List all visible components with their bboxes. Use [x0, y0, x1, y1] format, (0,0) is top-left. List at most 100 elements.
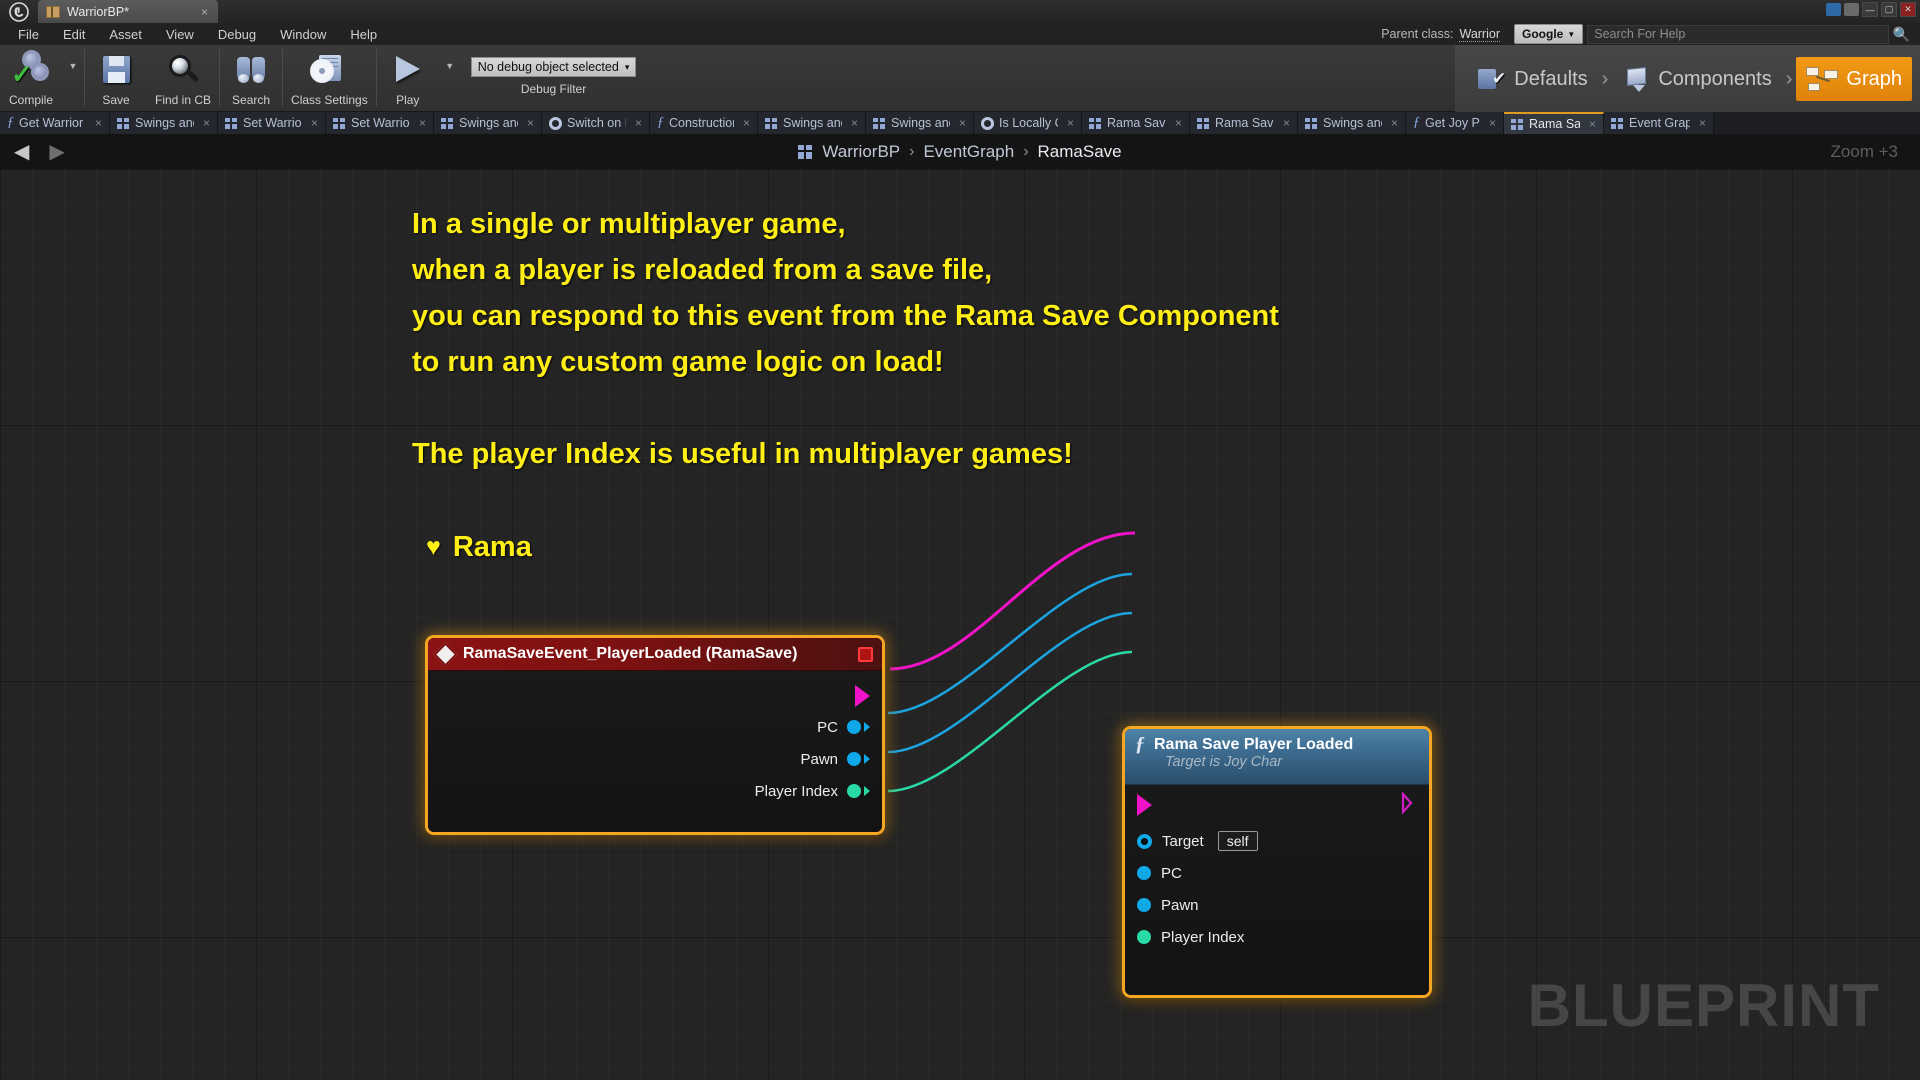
- output-pin-dot[interactable]: [847, 784, 861, 798]
- search-engine-label: Google: [1522, 27, 1564, 41]
- node-title-row: ƒ Rama Save Player Loaded: [1135, 733, 1419, 756]
- graph-tab-rama-save[interactable]: Rama Save ×: [1190, 112, 1298, 134]
- class-settings-button[interactable]: Class Settings: [283, 45, 376, 112]
- graph-tab-get-joy-pc[interactable]: ƒ Get Joy PC ×: [1406, 112, 1504, 134]
- close-icon[interactable]: ×: [1387, 116, 1398, 130]
- mode-graph[interactable]: Graph: [1796, 57, 1912, 101]
- save-button[interactable]: Save: [85, 45, 147, 112]
- close-icon[interactable]: ×: [847, 116, 858, 130]
- graph-tab-get-warrior-a[interactable]: ƒ Get Warrior A ×: [0, 112, 110, 134]
- menu-item-file[interactable]: File: [6, 25, 51, 44]
- close-icon[interactable]: ×: [307, 116, 318, 130]
- mode-components-label: Components: [1658, 67, 1772, 90]
- exec-input-pin[interactable]: [1137, 794, 1152, 816]
- breadcrumb-item-warriorbp[interactable]: WarriorBP: [822, 142, 900, 162]
- graph-tab-set-warrior-st[interactable]: Set Warrior St ×: [326, 112, 434, 134]
- maximize-button[interactable]: ▢: [1881, 2, 1897, 17]
- menu-item-edit[interactable]: Edit: [51, 25, 97, 44]
- input-pin-dot[interactable]: [1137, 898, 1151, 912]
- graph-tab-construction[interactable]: ƒ Construction ×: [650, 112, 758, 134]
- menu-item-view[interactable]: View: [154, 25, 206, 44]
- graph-tab-strip[interactable]: ƒGet Warrior A×Swings and F×Set Warrior …: [0, 112, 1920, 134]
- close-icon[interactable]: ×: [199, 116, 210, 130]
- close-icon[interactable]: ×: [1171, 116, 1182, 130]
- find-in-cb-button[interactable]: Find in CB: [147, 45, 219, 112]
- graph-tab-swings-and-f[interactable]: Swings and F ×: [758, 112, 866, 134]
- search-icon[interactable]: 🔍: [1893, 26, 1914, 43]
- play-button[interactable]: Play: [377, 45, 439, 112]
- help-search-input[interactable]: Search For Help: [1587, 24, 1889, 44]
- graph-tab-event-graph[interactable]: Event Graph ×: [1604, 112, 1714, 134]
- close-icon[interactable]: ×: [739, 116, 750, 130]
- menu-item-asset[interactable]: Asset: [97, 25, 154, 44]
- search-button[interactable]: Search: [220, 45, 282, 112]
- menu-item-help[interactable]: Help: [338, 25, 389, 44]
- blueprint-asset-icon: [46, 5, 60, 18]
- node-ramasaveevent-playerloaded[interactable]: RamaSaveEvent_PlayerLoaded (RamaSave) PC…: [425, 635, 885, 835]
- menu-item-window[interactable]: Window: [268, 25, 338, 44]
- close-icon[interactable]: ×: [1063, 116, 1074, 130]
- close-icon[interactable]: ×: [1279, 116, 1290, 130]
- graph-tab-swings-and-f[interactable]: Swings and F ×: [1298, 112, 1406, 134]
- graph-tab-rama-save[interactable]: Rama Save ×: [1082, 112, 1190, 134]
- function-icon: ƒ: [657, 115, 664, 130]
- settings-icon[interactable]: [1844, 3, 1859, 16]
- exec-output-pin[interactable]: [855, 685, 870, 707]
- node-rama-save-player-loaded[interactable]: ƒ Rama Save Player Loaded Target is Joy …: [1122, 726, 1432, 998]
- close-icon[interactable]: ×: [631, 116, 642, 130]
- menu-item-debug[interactable]: Debug: [206, 25, 268, 44]
- close-icon[interactable]: ×: [1695, 116, 1706, 130]
- graph-tab-is-locally-cor[interactable]: Is Locally Cor ×: [974, 112, 1082, 134]
- output-pin-player-index: Player Index: [428, 775, 882, 807]
- close-window-button[interactable]: ✕: [1900, 2, 1916, 17]
- compile-button[interactable]: ✓ Compile: [0, 45, 62, 112]
- delegate-output-pin[interactable]: [858, 646, 873, 662]
- output-pin-dot[interactable]: [847, 752, 861, 766]
- window-tab-warriorbp[interactable]: WarriorBP* ×: [38, 0, 218, 23]
- input-pin-dot[interactable]: [1137, 930, 1151, 944]
- play-label: Play: [396, 93, 420, 107]
- close-icon[interactable]: ×: [523, 116, 534, 130]
- input-pin-dot[interactable]: [1137, 833, 1152, 849]
- close-icon[interactable]: ×: [415, 116, 426, 130]
- breadcrumb-item-eventgraph[interactable]: EventGraph: [923, 142, 1014, 162]
- minimize-button[interactable]: —: [1862, 2, 1878, 17]
- editor-mode-bar: Defaults › Components › Graph: [1468, 55, 1912, 103]
- close-icon[interactable]: ×: [1485, 116, 1496, 130]
- breadcrumb-item-ramasave[interactable]: RamaSave: [1038, 142, 1122, 162]
- binoculars-icon: [231, 50, 271, 90]
- input-pin-dot[interactable]: [1137, 866, 1151, 880]
- function-icon: ƒ: [7, 115, 14, 130]
- blueprint-graph-canvas[interactable]: In a single or multiplayer game, when a …: [0, 169, 1920, 1080]
- search-engine-selector[interactable]: Google ▼: [1514, 24, 1584, 44]
- window-tab-label: WarriorBP*: [67, 4, 130, 19]
- console-icon[interactable]: [1826, 3, 1841, 16]
- close-icon[interactable]: ×: [91, 116, 102, 130]
- gear-icon: [549, 116, 562, 130]
- mode-defaults[interactable]: Defaults: [1468, 57, 1597, 101]
- close-icon[interactable]: ×: [1585, 117, 1596, 131]
- mode-graph-label: Graph: [1846, 67, 1902, 90]
- graph-tab-switch-on-is-a[interactable]: Switch on Is A ×: [542, 112, 650, 134]
- mode-components[interactable]: Components: [1612, 57, 1781, 101]
- close-icon[interactable]: ×: [201, 5, 208, 19]
- debug-object-selector[interactable]: No debug object selected ▾: [470, 57, 637, 77]
- exec-output-pin[interactable]: [1401, 790, 1419, 819]
- exec-row: [1125, 785, 1429, 825]
- close-icon[interactable]: ×: [955, 116, 966, 130]
- graph-tab-label: Switch on Is A: [567, 116, 626, 130]
- macro-grid-icon: [441, 117, 454, 129]
- graph-tab-rama-save[interactable]: Rama Save ×: [1504, 112, 1604, 134]
- graph-tab-swings-and-f[interactable]: Swings and F ×: [110, 112, 218, 134]
- graph-nodes-icon: [1806, 67, 1839, 91]
- target-self-field[interactable]: self: [1217, 831, 1258, 851]
- graph-tab-set-warrior-st[interactable]: Set Warrior St ×: [218, 112, 326, 134]
- output-pin-dot[interactable]: [847, 720, 861, 734]
- compile-dropdown[interactable]: ▼: [62, 45, 84, 112]
- graph-tab-swings-and-f[interactable]: Swings and F ×: [434, 112, 542, 134]
- play-dropdown[interactable]: ▼: [439, 45, 461, 112]
- graph-tab-swings-and-f[interactable]: Swings and F ×: [866, 112, 974, 134]
- magnifier-icon: [163, 50, 203, 90]
- output-pin-pc: PC: [428, 711, 882, 743]
- parent-class-value[interactable]: Warrior: [1459, 27, 1500, 42]
